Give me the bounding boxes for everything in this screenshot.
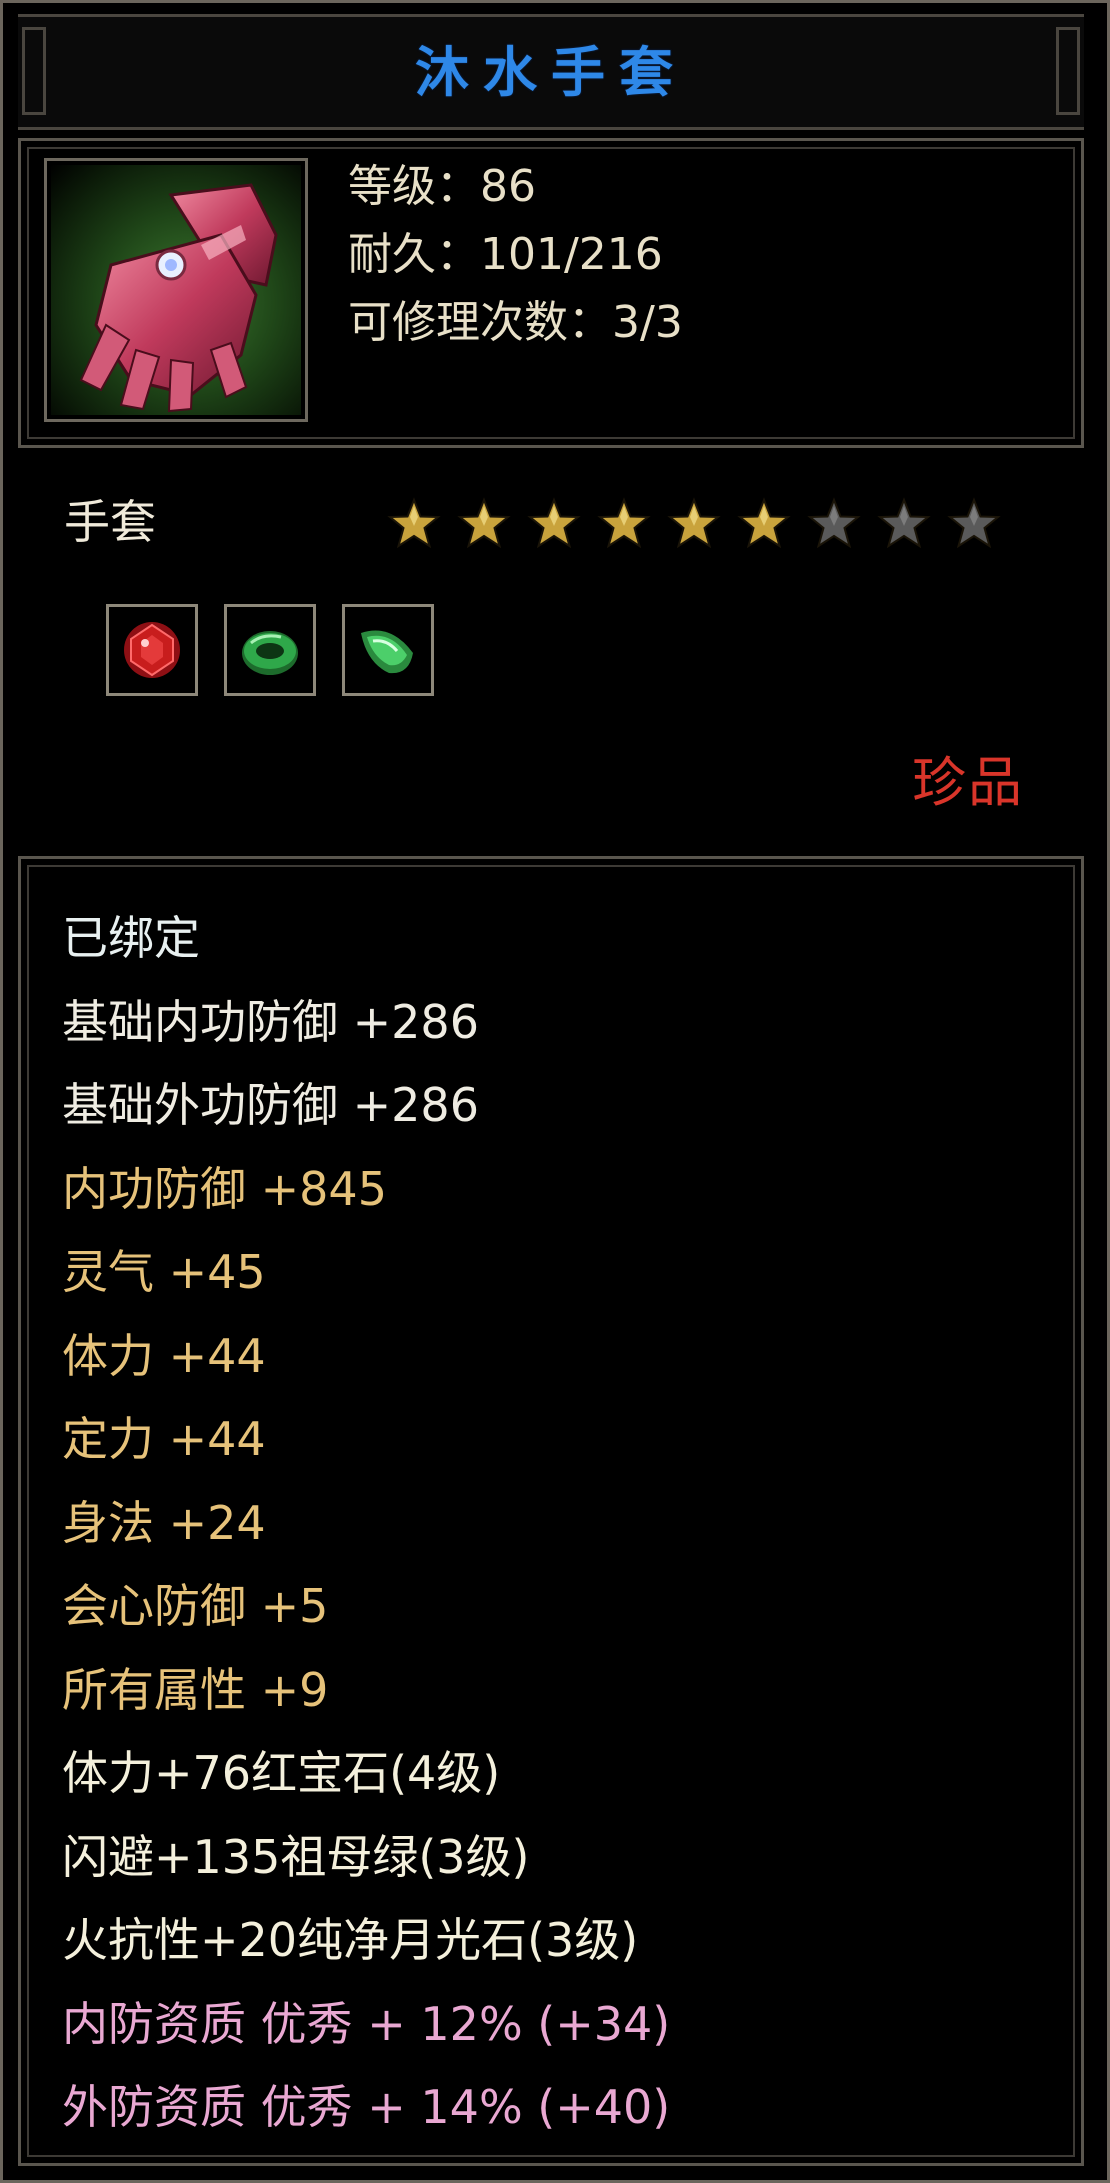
star-rating xyxy=(386,496,1002,552)
star-filled-icon xyxy=(386,496,442,552)
attribute-row: 定力 +44 xyxy=(62,1412,266,1466)
item-durability: 耐久：101/216 xyxy=(348,229,663,280)
attribute-list: 已绑定基础内功防御 +286 基础外功防御 +286 内功防御 +845 灵气 +45… xyxy=(62,908,670,2161)
attribute-row: 闪避+135祖母绿(3级) xyxy=(62,1829,530,1884)
attribute-row: 身法 +24 xyxy=(62,1495,266,1550)
title-bar: 沐水手套 xyxy=(18,14,1084,130)
attribute-row: 所有属性 +9 xyxy=(62,1662,329,1717)
attribute-row: 体力+76红宝石(4级) xyxy=(62,1746,501,1800)
gauntlet-icon xyxy=(79,183,278,413)
star-filled-icon xyxy=(456,496,512,552)
star-filled-icon xyxy=(736,496,792,552)
gem-slot[interactable] xyxy=(224,604,316,696)
star-filled-icon xyxy=(526,496,582,552)
item-type: 手套 xyxy=(64,495,156,549)
attribute-row: 会心防御 +5 xyxy=(62,1579,329,1633)
item-icon-frame xyxy=(44,158,308,422)
star-filled-icon xyxy=(666,496,722,552)
ruby-gem-icon xyxy=(124,622,180,678)
rarity-label: 珍品 xyxy=(912,751,1024,814)
socketed-gems xyxy=(106,604,434,696)
attribute-row: 体力 +44 xyxy=(62,1328,266,1383)
star-empty-icon xyxy=(806,496,862,552)
attribute-row: 外防资质 优秀 + 14% (+40) xyxy=(62,2080,671,2134)
gem-slot[interactable] xyxy=(106,604,198,696)
moonstone-gem-icon xyxy=(361,630,413,674)
star-empty-icon xyxy=(946,496,1002,552)
item-level: 等级：86 xyxy=(348,161,536,212)
star-filled-icon xyxy=(596,496,652,552)
emerald-ring-gem-icon xyxy=(242,631,298,675)
attribute-row: 灵气 +45 xyxy=(62,1245,266,1299)
star-empty-icon xyxy=(876,496,932,552)
item-name: 沐水手套 xyxy=(415,41,687,104)
attribute-row: 内防资质 优秀 + 12% (+34) xyxy=(62,1996,671,2051)
item-repair-count: 可修理次数：3/3 xyxy=(348,297,683,348)
attribute-row: 内功防御 +845 xyxy=(62,1161,387,1216)
attribute-row: 基础内功防御 +286 xyxy=(62,994,479,1049)
attribute-row: 基础外功防御 +286 xyxy=(62,1078,479,1132)
gem-slot[interactable] xyxy=(342,604,434,696)
bound-status: 已绑定 xyxy=(62,911,200,965)
attribute-row: 火抗性+20纯净月光石(3级) xyxy=(62,1913,639,1967)
